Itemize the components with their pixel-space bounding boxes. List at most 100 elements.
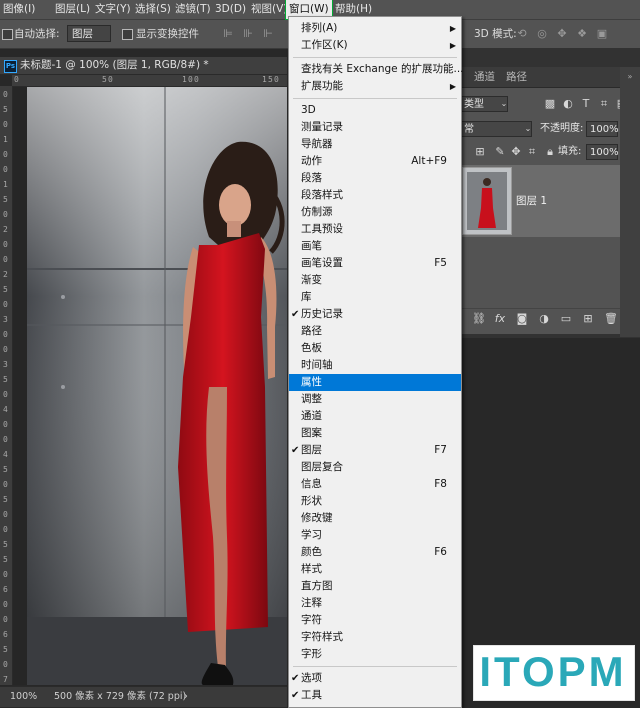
menu-item[interactable]: 3D(D) (212, 0, 249, 19)
window-menu-item[interactable]: 注释 (289, 595, 461, 612)
ruler-label: 5 (3, 540, 8, 549)
menu-item[interactable]: 图像(I) (0, 0, 38, 19)
window-menu-item[interactable]: 工具预设 (289, 221, 461, 238)
chevron-down-icon: ⌄ (500, 99, 508, 108)
lock-position-icon[interactable]: ✥ (510, 146, 522, 158)
type-filter-icon[interactable]: T (580, 98, 592, 110)
menu-item-shortcut: F7 (434, 444, 447, 456)
adjustment-filter-icon[interactable]: ◐ (562, 98, 574, 110)
document-canvas[interactable] (13, 87, 287, 685)
window-menu-item[interactable]: 测量记录 (289, 119, 461, 136)
menu-item[interactable]: 图层(L) (52, 0, 93, 19)
status-arrow-icon[interactable]: › (184, 687, 188, 707)
window-menu-item[interactable]: 修改键 (289, 510, 461, 527)
window-menu-item[interactable]: 颜色 F6 (289, 544, 461, 561)
zoom-level[interactable]: 100% (10, 687, 37, 707)
menu-item-label: 属性 (301, 376, 322, 388)
window-menu-item[interactable]: 图层复合 (289, 459, 461, 476)
window-menu-item[interactable]: 排列(A) ▶ (289, 20, 461, 37)
window-menu-item[interactable]: 画笔设置 F5 (289, 255, 461, 272)
link-icon[interactable]: ⛓︎ (472, 313, 486, 325)
window-menu-item[interactable]: 直方图 (289, 578, 461, 595)
window-menu-item[interactable]: 调整 (289, 391, 461, 408)
window-menu-item[interactable]: 字形 (289, 646, 461, 663)
3d-mode-label: 3D 模式: (474, 28, 517, 40)
ruler-label: 6 (3, 630, 8, 639)
document-tab[interactable]: Ps 未标题-1 @ 100% (图层 1, RGB/8#) * (0, 57, 287, 75)
auto-select-checkbox[interactable] (2, 29, 13, 40)
window-menu-item[interactable]: 学习 (289, 527, 461, 544)
ruler-label: 4 (3, 405, 8, 414)
window-menu-item[interactable]: 图案 (289, 425, 461, 442)
window-menu-item[interactable]: 通道 (289, 408, 461, 425)
show-transform-checkbox[interactable] (122, 29, 133, 40)
menu-item[interactable]: 选择(S) (132, 0, 174, 19)
menu-item[interactable]: 文字(Y) (92, 0, 134, 19)
ruler-label: 0 (3, 240, 8, 249)
lock-artboard-icon[interactable]: ⌗ (526, 146, 538, 158)
window-menu-item[interactable]: ✔ 历史记录 (289, 306, 461, 323)
menu-item-label: 时间轴 (301, 359, 333, 371)
lock-pixels-icon[interactable]: ⊞ (474, 146, 486, 158)
align-center-icon[interactable]: ⊪ (242, 28, 254, 40)
align-left-icon[interactable]: ⊫ (222, 28, 234, 40)
window-menu-item[interactable]: 属性 (289, 374, 461, 391)
3d-scale-icon[interactable]: ▣ (596, 28, 608, 40)
ruler-label: 5 (3, 555, 8, 564)
window-menu-item[interactable]: 时间轴 (289, 357, 461, 374)
window-menu-item[interactable]: 字符 (289, 612, 461, 629)
3d-slide-icon[interactable]: ❖ (576, 28, 588, 40)
window-menu-item[interactable]: 仿制源 (289, 204, 461, 221)
3d-roll-icon[interactable]: ◎ (536, 28, 548, 40)
3d-rotate-icon[interactable]: ⟲ (516, 28, 528, 40)
window-menu-item[interactable]: ✔ 选项 (289, 670, 461, 687)
menu-item[interactable]: 滤镜(T) (172, 0, 214, 19)
new-layer-icon[interactable]: ⊞ (582, 313, 594, 325)
window-menu-item[interactable]: 形状 (289, 493, 461, 510)
adjustment-icon[interactable]: ◑ (538, 313, 550, 325)
fx-icon[interactable]: fx (494, 313, 506, 325)
window-menu-item[interactable]: 3D (289, 102, 461, 119)
window-menu-item[interactable]: ✔ 工具 (289, 687, 461, 704)
window-menu-item[interactable]: 画笔 (289, 238, 461, 255)
menu-item-label: 调整 (301, 393, 322, 405)
window-menu-item[interactable]: 库 (289, 289, 461, 306)
auto-select-dropdown[interactable]: 图层 (67, 25, 111, 42)
3d-drag-icon[interactable]: ✥ (556, 28, 568, 40)
tab-channels[interactable]: 通道 (474, 67, 495, 87)
window-menu-item[interactable]: 扩展功能 ▶ (289, 78, 461, 95)
watermark-logo: ITOPM (479, 648, 627, 695)
window-menu-item[interactable]: 查找有关 Exchange 的扩展功能... (289, 61, 464, 78)
ruler-label: 0 (3, 120, 8, 129)
lock-paint-icon[interactable]: ✎ (494, 146, 506, 158)
menu-item[interactable]: 视图(V) (248, 0, 290, 19)
window-menu-item[interactable]: 段落样式 (289, 187, 461, 204)
window-menu-item[interactable]: 样式 (289, 561, 461, 578)
layer-name[interactable]: 图层 1 (516, 193, 547, 208)
menu-item-label: 库 (301, 291, 312, 303)
layer-thumbnail[interactable] (462, 167, 512, 235)
tab-paths[interactable]: 路径 (506, 67, 527, 87)
ruler-label: 0 (3, 420, 8, 429)
window-menu-item[interactable]: 段落 (289, 170, 461, 187)
pixel-filter-icon[interactable]: ▩ (544, 98, 556, 110)
window-menu-item[interactable]: 动作 Alt+F9 (289, 153, 461, 170)
lock-all-icon[interactable]: 🔒︎ (544, 146, 556, 158)
window-menu-item[interactable]: 路径 (289, 323, 461, 340)
window-menu-item[interactable]: 字符样式 (289, 629, 461, 646)
window-menu-item[interactable]: 导航器 (289, 136, 461, 153)
window-menu-item[interactable]: 色板 (289, 340, 461, 357)
menu-item-label: 扩展功能 (301, 80, 343, 92)
trash-icon[interactable]: 🗑︎ (604, 313, 618, 325)
align-right-icon[interactable]: ⊩ (262, 28, 274, 40)
window-menu-item[interactable]: 渐变 (289, 272, 461, 289)
mask-icon[interactable]: ◙ (516, 313, 528, 325)
window-menu-item[interactable]: ✔ 图层 F7 (289, 442, 461, 459)
collapse-icon[interactable]: » (624, 71, 636, 83)
window-menu-item[interactable]: 工作区(K) ▶ (289, 37, 461, 54)
fill-field[interactable]: 100% (586, 144, 619, 160)
shape-filter-icon[interactable]: ⌗ (598, 98, 610, 110)
opacity-field[interactable]: 100% (586, 121, 619, 137)
folder-icon[interactable]: ▭ (560, 313, 572, 325)
window-menu-item[interactable]: 信息 F8 (289, 476, 461, 493)
